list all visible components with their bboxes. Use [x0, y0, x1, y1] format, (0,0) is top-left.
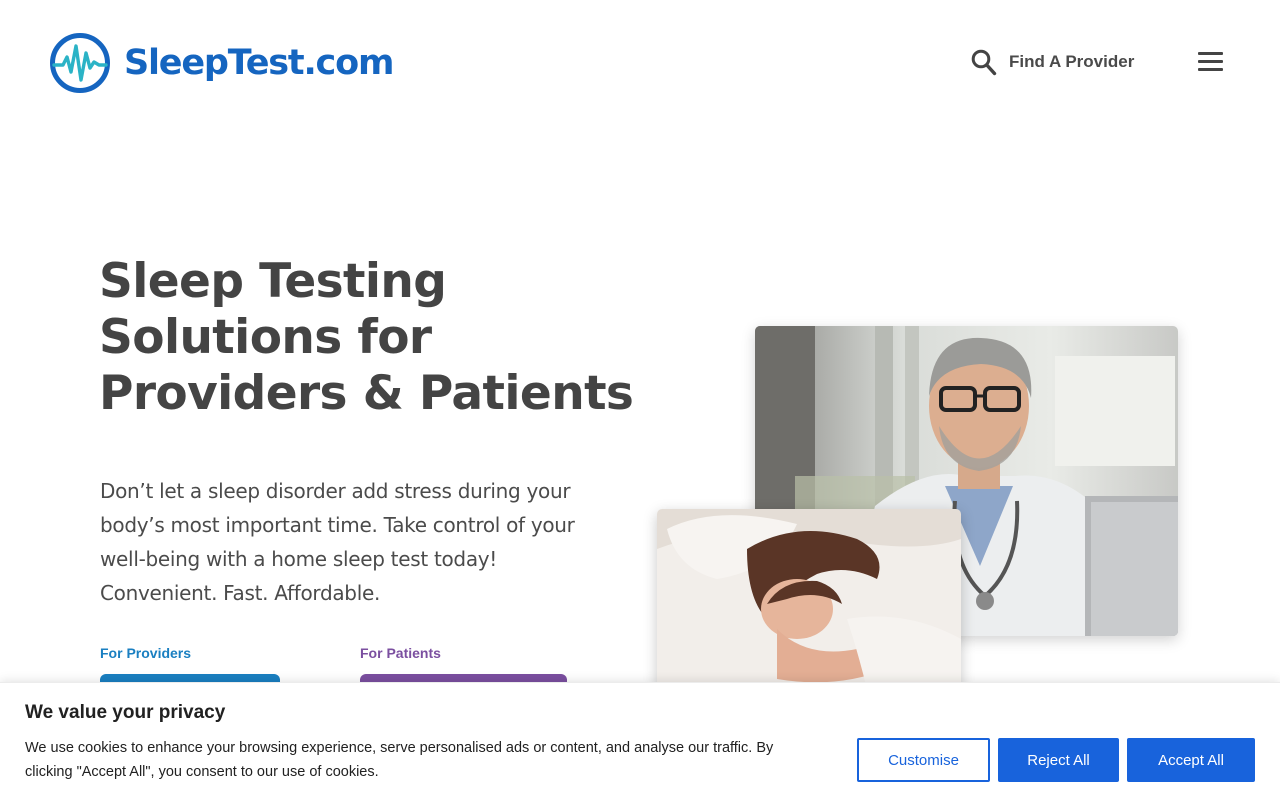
hero-title-line: Sleep Testing [99, 254, 447, 309]
hero-title-line: Providers & Patients [99, 366, 634, 421]
heartbeat-logo-icon [50, 33, 110, 93]
hamburger-menu-icon[interactable] [1196, 52, 1224, 74]
cookie-banner-title: We value your privacy [25, 702, 226, 723]
cookie-banner-text-line: clicking "Accept All", you consent to ou… [25, 764, 379, 780]
sleeping-woman-photo [657, 509, 961, 689]
search-icon [971, 49, 997, 76]
find-provider-link[interactable]: Find A Provider [970, 48, 1134, 76]
hero-title: Sleep Testing Solutions for Providers & … [99, 254, 659, 422]
hero-description: Don’t let a sleep disorder add stress du… [100, 474, 620, 610]
hero-description-line: Don’t let a sleep disorder add stress du… [100, 479, 571, 503]
hero-title-line: Solutions for [99, 310, 432, 365]
cookie-banner-text-line: We use cookies to enhance your browsing … [25, 740, 774, 756]
cookie-banner-text: We use cookies to enhance your browsing … [25, 736, 845, 784]
cookie-consent-banner: We value your privacy We use cookies to … [0, 682, 1280, 800]
hero-description-line: well-being with a home sleep test today! [100, 547, 498, 571]
site-logo[interactable]: SleepTest.com [49, 32, 394, 94]
accept-all-button[interactable]: Accept All [1127, 738, 1255, 782]
find-provider-label: Find A Provider [1009, 52, 1135, 71]
customise-button[interactable]: Customise [857, 738, 990, 782]
hero-description-line: Convenient. Fast. Affordable. [100, 581, 381, 605]
hero-description-line: body’s most important time. Take control… [100, 513, 575, 537]
for-providers-label: For Providers [100, 645, 192, 661]
site-header: SleepTest.com Find A Provider [0, 0, 1280, 125]
logo-wordmark: SleepTest.com [124, 42, 394, 83]
reject-all-button[interactable]: Reject All [998, 738, 1119, 782]
for-patients-label: For Patients [360, 645, 441, 661]
